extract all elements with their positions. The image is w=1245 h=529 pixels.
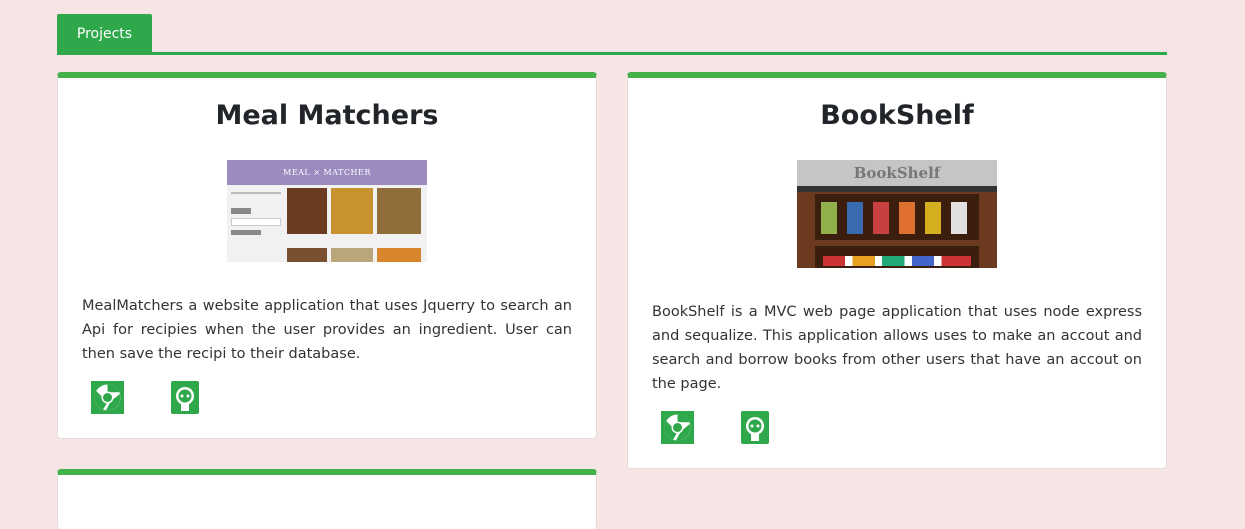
chrome-icon[interactable] [91,381,124,414]
tab-underline [57,52,1167,55]
project-title: BookShelf [820,100,974,131]
project-title: Meal Matchers [215,100,439,131]
project-description: MealMatchers a website application that … [82,298,572,362]
screenshot-banner: MEAL × MATCHER [227,160,427,185]
project-card-bookshelf: BookShelf BookShelf BookShelf is a MVC w… [627,72,1167,469]
github-icon[interactable] [741,411,769,444]
project-card-meal-matchers: Meal Matchers MEAL × MATCHER MealMatcher… [57,72,597,439]
project-screenshot: BookShelf [797,160,997,268]
project-screenshot: MEAL × MATCHER [227,160,427,262]
project-card-partial [57,469,597,529]
screenshot-banner: BookShelf [797,160,997,186]
github-icon[interactable] [171,381,199,414]
tab-projects[interactable]: Projects [57,14,152,53]
chrome-icon[interactable] [661,411,694,444]
project-description: BookShelf is a MVC web page application … [652,304,1142,392]
